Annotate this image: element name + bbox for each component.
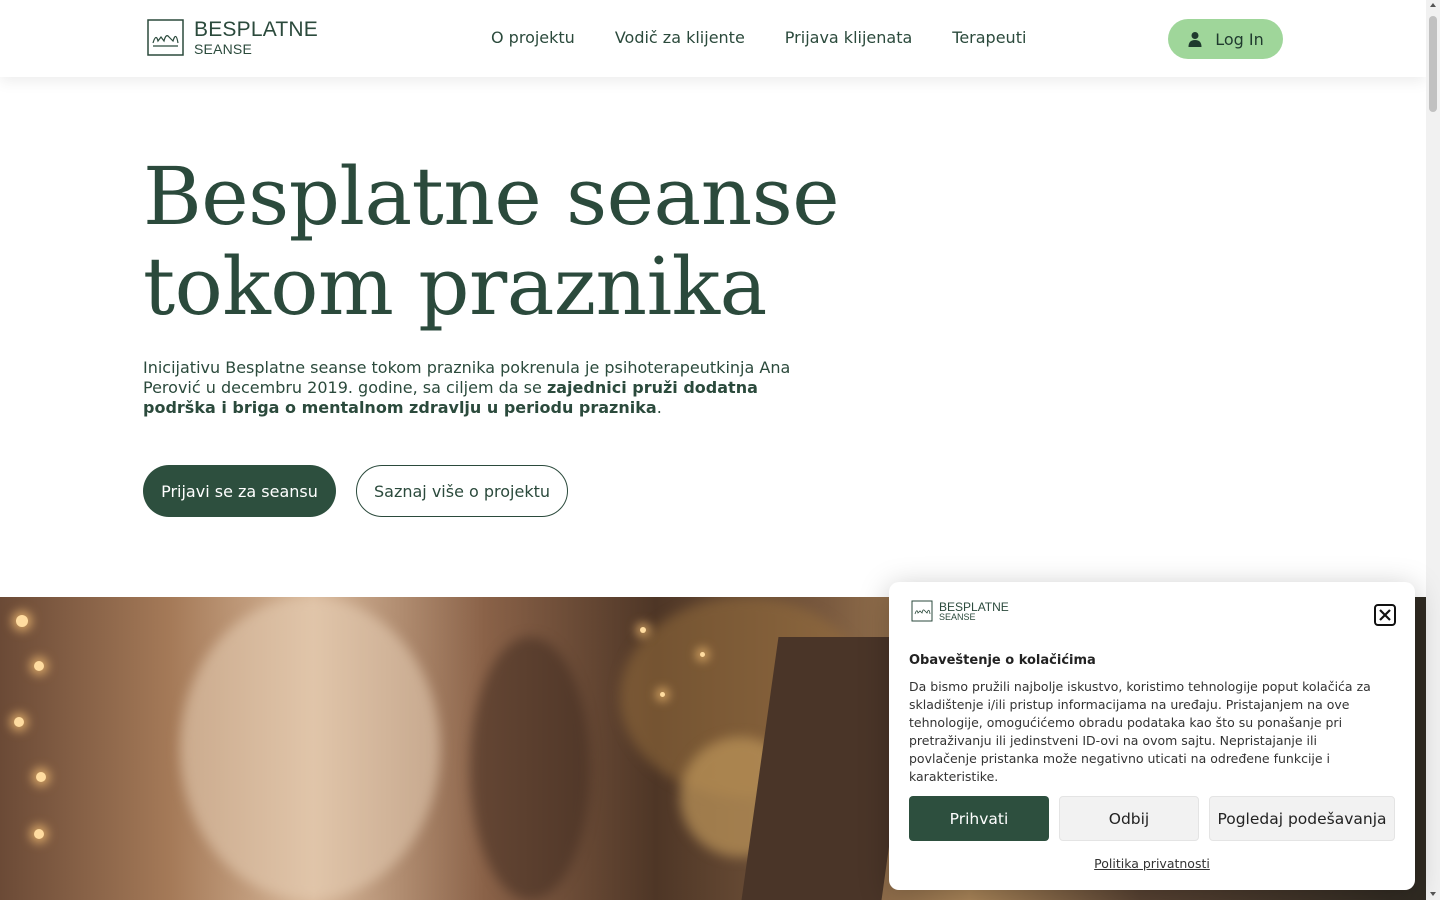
cookie-logo-line2: SEANSE — [939, 611, 976, 622]
deny-cookies-button[interactable]: Odbij — [1059, 796, 1199, 841]
scroll-up-arrow-icon[interactable] — [1430, 3, 1436, 7]
main-nav: O projektu Vodič za klijente Prijava kli… — [491, 28, 1026, 47]
close-icon[interactable] — [1374, 604, 1396, 626]
logo-line1: BESPLATNE — [194, 18, 318, 41]
cookie-consent-dialog: BESPLATNE SEANSE Obaveštenje o kolačićim… — [889, 582, 1415, 890]
accept-cookies-button[interactable]: Prihvati — [909, 796, 1049, 841]
site-logo[interactable]: BESPLATNE SEANSE — [147, 19, 318, 56]
cookie-logo: BESPLATNE SEANSE — [911, 600, 1009, 622]
view-preferences-button[interactable]: Pogledaj podešavanja — [1209, 796, 1395, 841]
privacy-policy-link[interactable]: Politika privatnosti — [889, 856, 1415, 871]
logo-line2: SEANSE — [194, 41, 252, 57]
login-button[interactable]: Log In — [1168, 19, 1283, 59]
hero-title-line2: tokom praznika — [143, 240, 767, 333]
hero-title: Besplatne seanse tokom praznika — [143, 150, 840, 333]
apply-session-button[interactable]: Prijavi se za seansu — [143, 465, 336, 517]
logo-icon — [911, 600, 933, 622]
hero-text-end: . — [656, 398, 662, 417]
logo-icon — [147, 19, 184, 56]
hero-description: Inicijativu Besplatne seanse tokom prazn… — [143, 358, 823, 418]
hero-title-line1: Besplatne seanse — [143, 150, 840, 243]
nav-terapeuti[interactable]: Terapeuti — [952, 28, 1026, 47]
learn-more-button[interactable]: Saznaj više o projektu — [356, 465, 568, 517]
cookie-logo-line1: BESPLATNE — [939, 599, 1009, 614]
page-scrollbar[interactable] — [1426, 0, 1440, 900]
scroll-thumb[interactable] — [1429, 16, 1437, 112]
cookie-title: Obaveštenje o kolačićima — [909, 653, 1096, 668]
nav-vodic-za-klijente[interactable]: Vodič za klijente — [615, 28, 745, 47]
nav-o-projektu[interactable]: O projektu — [491, 28, 575, 47]
scroll-down-arrow-icon[interactable] — [1430, 892, 1436, 896]
site-header: BESPLATNE SEANSE O projektu Vodič za kli… — [0, 0, 1426, 77]
nav-prijava-klijenata[interactable]: Prijava klijenata — [785, 28, 912, 47]
user-icon — [1188, 32, 1202, 47]
cookie-body: Da bismo pružili najbolje iskustvo, kori… — [909, 679, 1371, 784]
login-label: Log In — [1215, 29, 1264, 49]
